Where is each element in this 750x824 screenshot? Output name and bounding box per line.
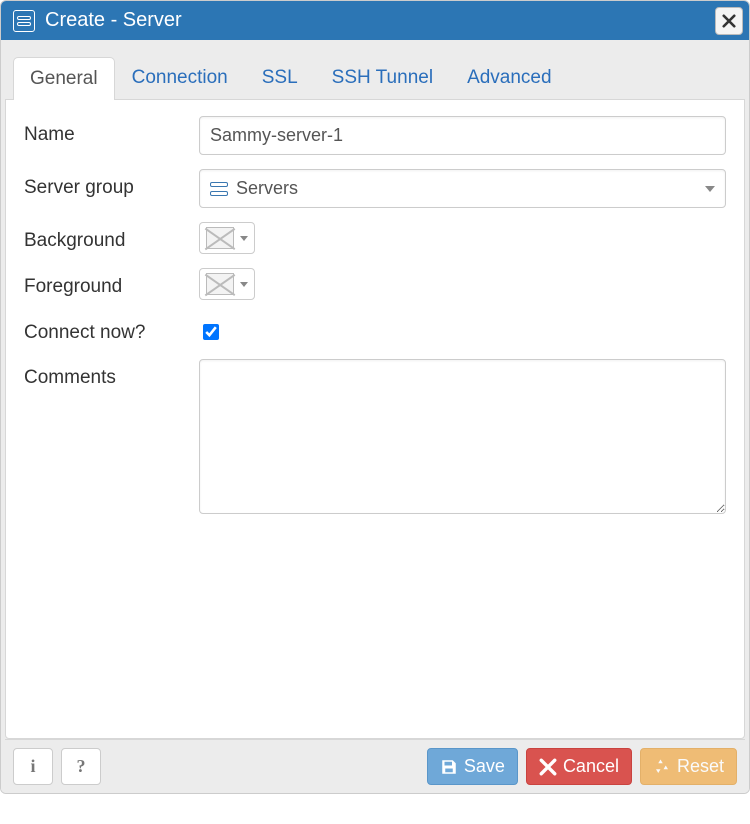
save-icon	[440, 758, 458, 776]
server-icon	[13, 10, 35, 32]
close-button[interactable]	[715, 7, 743, 35]
chevron-down-icon	[240, 236, 248, 241]
background-color-picker[interactable]	[199, 222, 255, 254]
footer: i ? Save Cancel Reset	[5, 739, 745, 793]
name-input[interactable]	[199, 116, 726, 155]
comments-textarea[interactable]	[199, 359, 726, 514]
reset-button[interactable]: Reset	[640, 748, 737, 785]
comments-label: Comments	[24, 359, 199, 389]
general-panel: Name Server group Servers Background	[5, 99, 745, 739]
tab-ssh-tunnel[interactable]: SSH Tunnel	[315, 56, 450, 99]
tab-ssl[interactable]: SSL	[245, 56, 315, 99]
server-group-label: Server group	[24, 169, 199, 199]
cancel-icon	[539, 758, 557, 776]
dialog-title: Create - Server	[45, 9, 737, 32]
cancel-button[interactable]: Cancel	[526, 748, 632, 785]
name-label: Name	[24, 116, 199, 146]
create-server-dialog: Create - Server General Connection SSL S…	[0, 0, 750, 794]
background-label: Background	[24, 222, 199, 252]
recycle-icon	[653, 758, 671, 776]
help-icon: ?	[77, 756, 86, 777]
info-icon: i	[30, 756, 35, 777]
foreground-color-picker[interactable]	[199, 268, 255, 300]
connect-now-checkbox[interactable]	[203, 324, 219, 340]
server-group-select[interactable]: Servers	[199, 169, 726, 208]
close-icon	[722, 14, 736, 28]
no-color-swatch-icon	[206, 227, 234, 249]
server-group-icon	[210, 182, 228, 196]
tabs: General Connection SSL SSH Tunnel Advanc…	[5, 44, 745, 99]
server-group-value: Servers	[236, 178, 298, 199]
chevron-down-icon	[240, 282, 248, 287]
connect-now-label: Connect now?	[24, 314, 199, 344]
help-button[interactable]: ?	[61, 748, 101, 785]
chevron-down-icon	[705, 186, 715, 192]
info-button[interactable]: i	[13, 748, 53, 785]
titlebar[interactable]: Create - Server	[1, 1, 749, 40]
tab-connection[interactable]: Connection	[115, 56, 245, 99]
cancel-label: Cancel	[563, 756, 619, 777]
reset-label: Reset	[677, 756, 724, 777]
save-button[interactable]: Save	[427, 748, 518, 785]
tab-general[interactable]: General	[13, 57, 115, 100]
foreground-label: Foreground	[24, 268, 199, 298]
no-color-swatch-icon	[206, 273, 234, 295]
save-label: Save	[464, 756, 505, 777]
tab-advanced[interactable]: Advanced	[450, 56, 569, 99]
